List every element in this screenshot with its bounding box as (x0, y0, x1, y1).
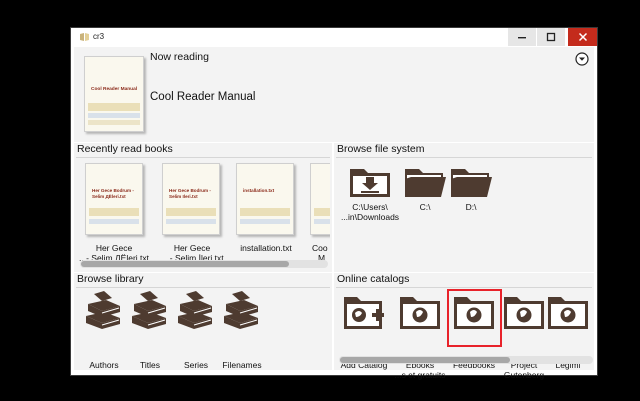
downloads-folder-label[interactable]: C:\Users\ ...in\Downloads (334, 202, 406, 222)
d-drive-folder[interactable] (449, 163, 493, 199)
globe-folder-icon (548, 297, 588, 329)
books-stack-icon (178, 291, 212, 329)
c-drive-label[interactable]: C:\ (403, 202, 447, 213)
catalogs-bottom-scrollbar[interactable] (339, 356, 593, 364)
catalog-ebooks-gratuits[interactable] (398, 293, 442, 331)
maximize-icon (546, 32, 556, 42)
books-stack-icon (86, 291, 120, 329)
c-drive-folder[interactable] (403, 163, 447, 199)
library-authors-label[interactable]: Authors (80, 360, 128, 371)
online-catalogs-header: Online catalogs (337, 273, 410, 285)
catalog-gutenberg[interactable] (502, 293, 546, 331)
close-icon (578, 32, 587, 42)
library-series[interactable] (174, 290, 218, 330)
recent-book-4-clip: Coo M (310, 163, 330, 263)
catalogs-bottom-scroll-thumb[interactable] (340, 357, 510, 363)
library-filenames-label[interactable]: Filenames (218, 360, 266, 371)
downloads-folder[interactable] (348, 163, 392, 199)
recent-book-2-cover-title: Her Gece Bodrum - Selim Ileri.txt (169, 188, 211, 199)
library-titles-label[interactable]: Titles (126, 360, 174, 371)
library-filenames[interactable] (220, 290, 264, 330)
recent-book-1-cover-title: Her Gece Bodrum - Selim ДЁleri.txt (92, 188, 134, 199)
recent-book-1[interactable]: Her Gece Bodrum - Selim ДЁleri.txt (85, 163, 143, 235)
folder-icon (451, 169, 492, 197)
now-reading-panel: Cool Reader Manual Now reading Cool Read… (74, 47, 594, 142)
menu-button[interactable] (575, 52, 589, 66)
window-title: cr3 (93, 32, 105, 41)
catalog-add[interactable] (342, 293, 386, 331)
books-stack-icon (132, 291, 166, 329)
folder-icon (405, 169, 446, 197)
recent-book-3[interactable]: installation.txt (236, 163, 294, 235)
file-system-header: Browse file system (337, 143, 425, 155)
minimize-button[interactable] (508, 28, 536, 46)
recent-books-scrollbar[interactable] (80, 260, 328, 268)
library-panel: Browse library Authors Titles Series Fil… (74, 273, 332, 370)
recent-book-3-cover-title: installation.txt (243, 188, 275, 193)
library-authors[interactable] (82, 290, 126, 330)
add-catalog-icon (344, 297, 384, 329)
app-window: cr3 Cool Reader Manual Now reading Cool … (70, 27, 598, 379)
recent-book-4[interactable] (310, 163, 330, 235)
recent-books-scroll-thumb[interactable] (81, 261, 289, 267)
close-button[interactable] (568, 28, 597, 46)
books-stack-icon (224, 291, 258, 329)
globe-folder-icon (504, 297, 544, 329)
globe-folder-icon (454, 297, 494, 329)
maximize-button[interactable] (537, 28, 565, 46)
catalog-legimi[interactable] (546, 293, 590, 331)
download-folder-icon (350, 169, 390, 197)
globe-folder-icon (400, 297, 440, 329)
current-book-title[interactable]: Cool Reader Manual (150, 91, 255, 103)
title-bar[interactable]: cr3 (71, 28, 597, 46)
library-titles[interactable] (128, 290, 172, 330)
catalog-feedbooks[interactable] (452, 293, 496, 331)
minimize-icon (518, 37, 526, 39)
library-series-label[interactable]: Series (172, 360, 220, 371)
library-header: Browse library (77, 273, 144, 285)
recent-books-panel: Recently read books Her Gece Bodrum - Se… (74, 143, 332, 272)
file-system-panel: Browse file system C:\Users\ ...in\Downlo… (334, 143, 594, 272)
chevron-down-circle-icon (575, 52, 589, 66)
d-drive-label[interactable]: D:\ (449, 202, 493, 213)
recent-book-2[interactable]: Her Gece Bodrum - Selim Ileri.txt (162, 163, 220, 235)
recent-books-header: Recently read books (77, 143, 173, 155)
current-book-cover-title: Cool Reader Manual (91, 87, 138, 92)
recent-book-3-label[interactable]: installation.txt (226, 243, 306, 254)
now-reading-header: Now reading (150, 51, 209, 63)
current-book-cover[interactable]: Cool Reader Manual (84, 56, 144, 132)
app-icon (79, 32, 90, 42)
